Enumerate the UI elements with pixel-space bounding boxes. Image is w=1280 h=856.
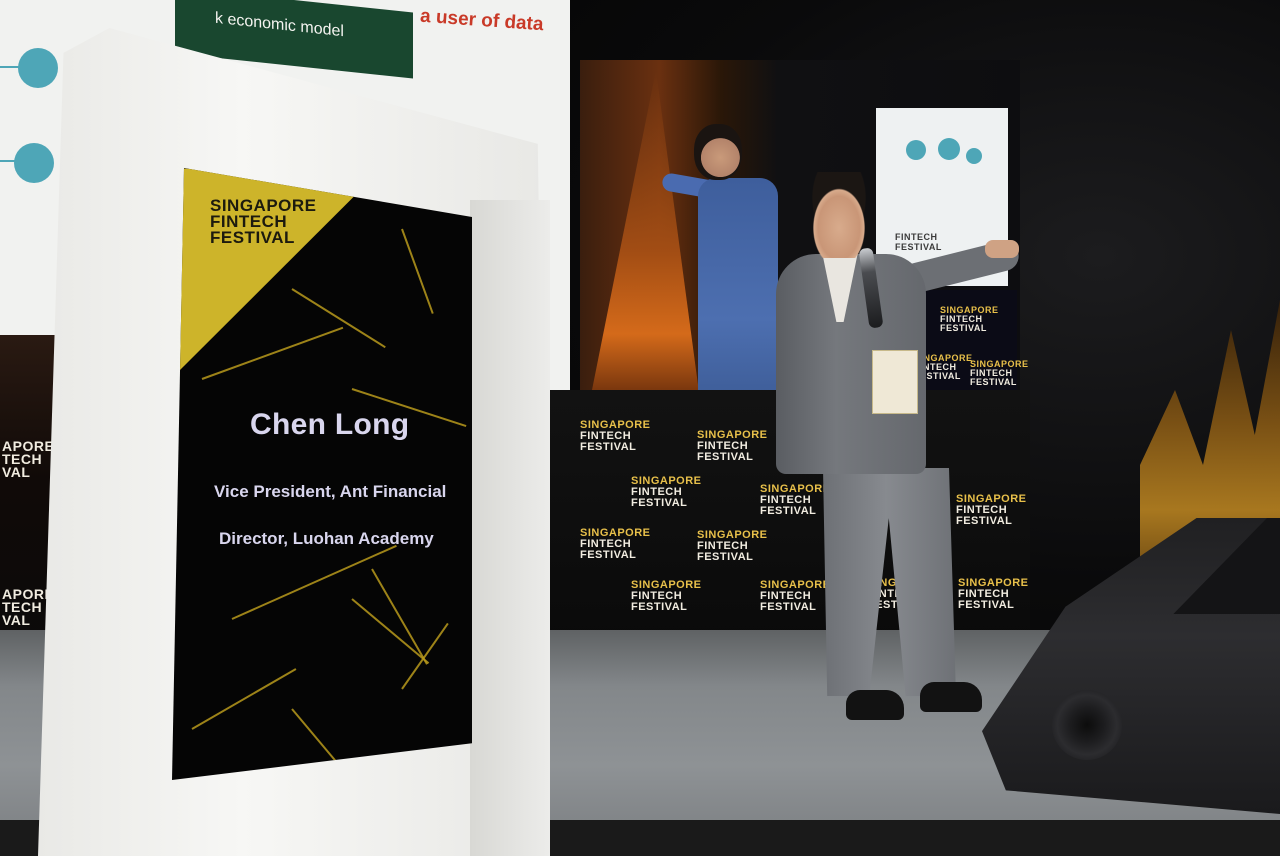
lattice-line (191, 668, 297, 730)
presenter-shoe (846, 690, 904, 720)
lattice-line (291, 708, 338, 764)
imag-festival-logo: FINTECH FESTIVAL (895, 232, 942, 252)
slide-connector-line (0, 66, 22, 68)
lattice-line (201, 326, 344, 380)
podium-festival-logo: SINGAPORE FINTECH FESTIVAL (210, 196, 317, 247)
speaker-title: Vice President, Ant Financial (214, 482, 447, 501)
lattice-line (231, 544, 397, 620)
presenter-head (802, 172, 876, 258)
presenter-shoe (920, 682, 982, 712)
slide-dot-icon (938, 138, 960, 160)
festival-logo: SINGAPOREFINTECHFESTIVAL (580, 419, 651, 453)
festival-logo: SINGAPOREFINTECHFESTIVAL (760, 579, 831, 613)
festival-logo: SINGAPOREFINTECHFESTIVAL (958, 577, 1029, 611)
imag-person (698, 178, 778, 414)
lattice-line (401, 228, 434, 314)
podium-side (470, 200, 550, 856)
lattice-line (351, 598, 430, 665)
festival-logo: SINGAPOREFINTECHFESTIVAL (970, 359, 1029, 387)
speaker-title: Director, Luohan Academy (219, 529, 434, 548)
slide-dot-icon (966, 148, 982, 164)
festival-logo: SINGAPOREFINTECHFESTIVAL (697, 529, 768, 563)
festival-logo: SINGAPOREFINTECHFESTIVAL (940, 305, 999, 333)
lattice-line (371, 568, 428, 665)
slide-dot-icon (906, 140, 926, 160)
podium-display: SINGAPORE FINTECH FESTIVAL Chen Long Vic… (172, 168, 472, 780)
festival-logo: SINGAPOREFINTECHFESTIVAL (631, 579, 702, 613)
presenter-hand (985, 240, 1019, 258)
slide-dot-icon (14, 143, 54, 183)
slide-connector-line (0, 160, 18, 162)
slide-dot-icon (18, 48, 58, 88)
presenter-lanyard-badge (872, 350, 918, 414)
festival-logo: SINGAPOREFINTECHFESTIVAL (760, 483, 831, 517)
festival-logo: SINGAPOREFINTECHFESTIVAL (580, 527, 651, 561)
festival-logo: SINGAPOREFINTECHFESTIVAL (697, 429, 768, 463)
festival-logo: SINGAPOREFINTECHFESTIVAL (956, 493, 1027, 527)
speaker-woofer-icon (1052, 690, 1122, 760)
imag-person-head (694, 124, 742, 180)
festival-logo: SINGAPOREFINTECHFESTIVAL (631, 475, 702, 509)
speaker-name: Chen Long (250, 408, 410, 441)
left-strip-logo-top: APORE TECH VAL (2, 438, 55, 480)
